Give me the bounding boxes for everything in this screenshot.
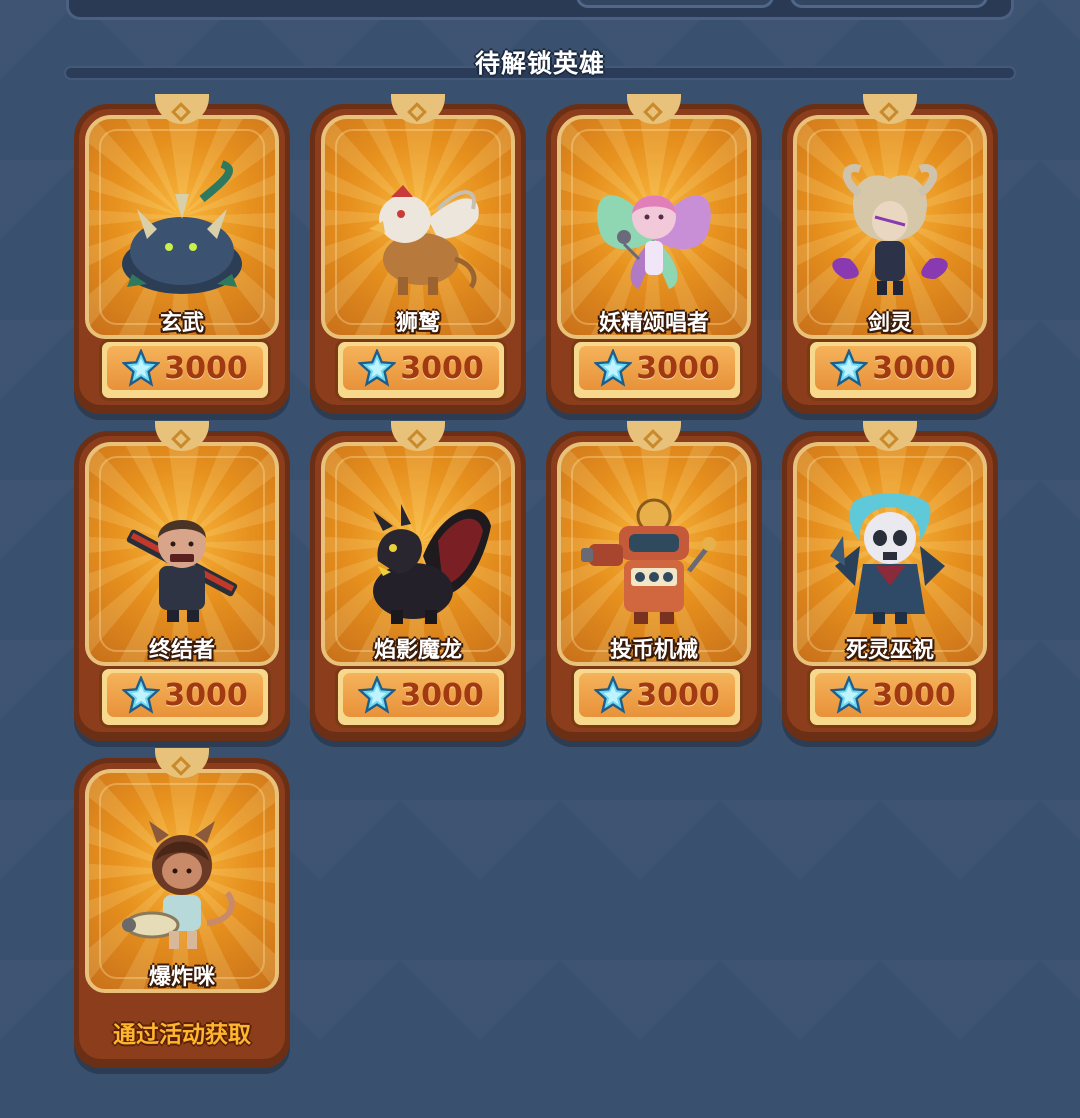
top-panel-button-right[interactable]	[790, 0, 988, 8]
hero-name: 狮鹫	[395, 311, 440, 336]
hero-name: 焰影魔龙	[373, 638, 462, 663]
price-value: 3000	[636, 350, 720, 386]
section-header: 待解锁英雄	[64, 38, 1016, 84]
price-value: 3000	[636, 677, 720, 713]
card-inner: 剑灵 3000	[787, 109, 993, 405]
crystal-gem-icon	[830, 676, 869, 714]
card-inner: 投币机械 3000	[551, 436, 757, 732]
unlock-price-button[interactable]: 3000	[571, 666, 743, 728]
hero-name: 妖精颂唱者	[598, 311, 709, 336]
unlock-price-button[interactable]: 3000	[335, 339, 507, 401]
unlock-price-button[interactable]: 3000	[99, 666, 271, 728]
card-inner: 焰影魔龙 3000	[315, 436, 521, 732]
hero-name: 爆炸咪	[148, 965, 215, 990]
card-inner: 玄武 3000	[79, 109, 285, 405]
crystal-gem-icon	[830, 349, 869, 387]
card-inner: 狮鹫 3000	[315, 109, 521, 405]
unlock-price-button[interactable]: 3000	[571, 339, 743, 401]
crystal-gem-icon	[122, 676, 161, 714]
card-inner: 妖精颂唱者 3000	[551, 109, 757, 405]
hero-card[interactable]: 玄武 3000	[74, 94, 290, 414]
price-value: 3000	[164, 350, 248, 386]
top-panel-button-left[interactable]	[576, 0, 774, 8]
hero-name: 玄武	[159, 311, 204, 336]
hero-name: 投币机械	[609, 638, 698, 663]
xuanwu-tortoise-icon	[122, 160, 242, 294]
hero-card[interactable]: 爆炸咪 通过活动获取	[74, 748, 290, 1068]
price-value: 3000	[872, 677, 956, 713]
fairy-singer-icon	[597, 195, 711, 289]
card-inner: 爆炸咪 通过活动获取	[79, 763, 285, 1059]
hero-name: 剑灵	[867, 311, 912, 336]
crystal-gem-icon	[594, 676, 633, 714]
crystal-gem-icon	[122, 349, 161, 387]
crystal-gem-icon	[358, 676, 397, 714]
price-value: 3000	[400, 677, 484, 713]
terminator-icon	[126, 520, 238, 622]
section-title: 待解锁英雄	[474, 49, 605, 78]
bomb-cat-icon	[122, 821, 235, 949]
obtain-via-event-label: 通过活动获取	[113, 1022, 251, 1048]
price-value: 3000	[400, 350, 484, 386]
sword-spirit-icon	[832, 164, 948, 295]
hero-card[interactable]: 终结者 3000	[74, 421, 290, 741]
slot-machine-robot-icon	[581, 498, 716, 624]
price-value: 3000	[872, 350, 956, 386]
hero-card[interactable]: 死灵巫祝 3000	[782, 421, 998, 741]
hero-name: 终结者	[148, 638, 215, 663]
unlock-price-button[interactable]: 3000	[335, 666, 507, 728]
necromancer-skull-icon	[830, 493, 945, 624]
hero-card[interactable]: 投币机械 3000	[546, 421, 762, 741]
price-value: 3000	[164, 677, 248, 713]
crystal-gem-icon	[358, 349, 397, 387]
hero-card[interactable]: 焰影魔龙 3000	[310, 421, 526, 741]
hero-card[interactable]: 剑灵 3000	[782, 94, 998, 414]
crystal-gem-icon	[594, 349, 633, 387]
shadow-dragon-icon	[373, 504, 491, 624]
card-inner: 死灵巫祝 3000	[787, 436, 993, 732]
card-inner: 终结者 3000	[79, 436, 285, 732]
unlock-price-button[interactable]: 3000	[807, 666, 979, 728]
unlock-price-button[interactable]: 3000	[99, 339, 271, 401]
griffin-icon	[369, 185, 479, 295]
hero-card[interactable]: 妖精颂唱者 3000	[546, 94, 762, 414]
hero-card[interactable]: 狮鹫 3000	[310, 94, 526, 414]
hero-name: 死灵巫祝	[845, 638, 934, 663]
unlock-price-button[interactable]: 3000	[807, 339, 979, 401]
